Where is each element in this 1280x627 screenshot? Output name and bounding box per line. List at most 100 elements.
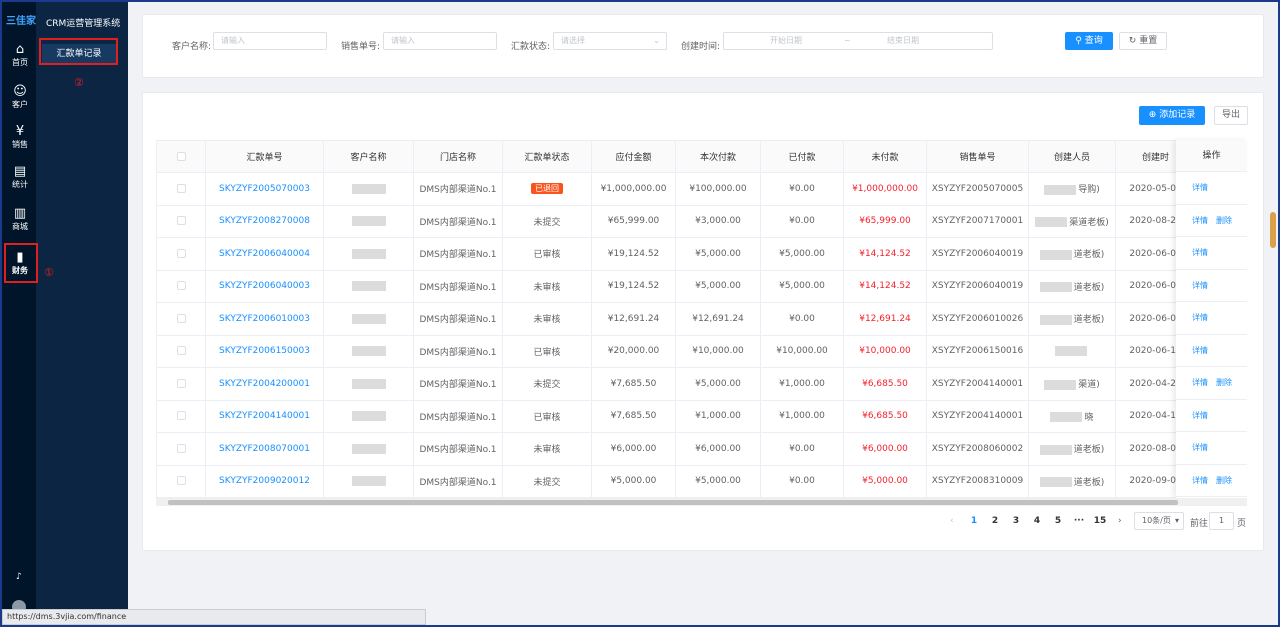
blurred-text: [1039, 444, 1072, 455]
next-page-button[interactable]: ›: [1118, 516, 1122, 526]
row-select-cell[interactable]: [156, 432, 206, 466]
remittance-no-link[interactable]: SKYZYF2006040003: [205, 269, 324, 303]
detail-link[interactable]: 详情: [1192, 346, 1208, 355]
page-number[interactable]: 3: [1008, 516, 1024, 526]
creator-cell: [1028, 334, 1116, 368]
detail-link[interactable]: 详情: [1192, 216, 1208, 225]
shop-icon: ▥: [13, 206, 27, 221]
export-button[interactable]: 导出: [1214, 106, 1248, 125]
creator-suffix: 导购): [1078, 185, 1100, 196]
add-record-button[interactable]: ⊕ 添加记录: [1139, 106, 1205, 125]
blurred-text: [351, 378, 386, 389]
drag-handle[interactable]: [1270, 212, 1276, 248]
checkbox[interactable]: [176, 281, 186, 291]
horizontal-scroll-thumb[interactable]: [168, 500, 1178, 505]
row-select-cell[interactable]: [156, 464, 206, 498]
sale-no-input[interactable]: 请输入: [383, 32, 497, 50]
detail-link[interactable]: 详情: [1192, 313, 1208, 322]
remittance-no-link[interactable]: SKYZYF2006040004: [205, 237, 324, 271]
paid-cell: ¥0.00: [760, 432, 844, 466]
goto-page-input[interactable]: 1: [1209, 512, 1234, 530]
status-select[interactable]: 请选择 ⌄: [553, 32, 667, 50]
customer-name-cell: [323, 237, 414, 271]
creator-cell: 渠道老板): [1028, 204, 1116, 238]
logo: 三佳家: [6, 16, 36, 27]
detail-link[interactable]: 详情: [1192, 281, 1208, 290]
prev-page-button[interactable]: ‹: [950, 516, 954, 526]
status-text: 已审核: [533, 412, 561, 423]
col-header: 未付款: [843, 140, 927, 173]
query-button[interactable]: ⚲ 查询: [1065, 32, 1113, 50]
row-select-cell[interactable]: [156, 367, 206, 401]
checkbox[interactable]: [176, 378, 186, 388]
checkbox[interactable]: [176, 443, 186, 453]
checkbox[interactable]: [176, 216, 186, 226]
remittance-no-link[interactable]: SKYZYF2009020012: [205, 464, 324, 498]
checkbox[interactable]: [176, 411, 186, 421]
select-all-cell[interactable]: [156, 140, 206, 173]
rail-item-home[interactable]: ⌂ 首页: [4, 42, 36, 72]
table-row: SKYZYF2006040003 DMS内部渠道No.1 未审核 ¥19,124.52…: [156, 269, 1247, 303]
checkbox[interactable]: [176, 476, 186, 486]
reset-button[interactable]: ↻ 重置: [1119, 32, 1167, 50]
payment-cell: ¥5,000.00: [675, 269, 761, 303]
blurred-text: [1044, 379, 1077, 390]
page-ellipsis[interactable]: ···: [1071, 516, 1087, 526]
creator-suffix: 道老板): [1073, 282, 1105, 293]
customer-label: 客户名称:: [172, 42, 212, 52]
date-range-input[interactable]: 开始日期 ~ 结束日期: [723, 32, 993, 50]
detail-link[interactable]: 详情: [1192, 183, 1208, 192]
row-select-cell[interactable]: [156, 302, 206, 336]
delete-link[interactable]: 删除: [1216, 378, 1232, 387]
page-number[interactable]: 15: [1092, 516, 1108, 526]
col-header: 客户名称: [323, 140, 414, 173]
page-size-select[interactable]: 10条/页 ▾: [1134, 512, 1184, 530]
detail-link[interactable]: 详情: [1192, 411, 1208, 420]
goto-unit: 页: [1237, 519, 1247, 529]
creator-suffix: 道老板): [1073, 250, 1105, 261]
page-number[interactable]: 4: [1029, 516, 1045, 526]
remittance-no-link[interactable]: SKYZYF2006150003: [205, 334, 324, 368]
rail-item-sales[interactable]: ¥ 销售: [4, 124, 36, 154]
checkbox[interactable]: [176, 248, 186, 258]
row-select-cell[interactable]: [156, 172, 206, 206]
checkbox[interactable]: [176, 151, 186, 161]
remittance-no-link[interactable]: SKYZYF2005070003: [205, 172, 324, 206]
refresh-icon: ↻: [1128, 36, 1140, 46]
rail-item-customer[interactable]: ☺ 客户: [4, 84, 36, 114]
status-badge: 已退回: [531, 183, 563, 195]
checkbox[interactable]: [176, 346, 186, 356]
row-select-cell[interactable]: [156, 334, 206, 368]
col-header: 汇款单状态: [502, 140, 592, 173]
checkbox[interactable]: [176, 183, 186, 193]
page-number[interactable]: 1: [966, 516, 982, 526]
checkbox[interactable]: [176, 313, 186, 323]
row-select-cell[interactable]: [156, 204, 206, 238]
status-cell: 未提交: [502, 204, 592, 238]
page-number[interactable]: 2: [987, 516, 1003, 526]
detail-link[interactable]: 详情: [1192, 378, 1208, 387]
page-number[interactable]: 5: [1050, 516, 1066, 526]
rail-item-stats[interactable]: ▤ 统计: [4, 164, 36, 194]
remittance-no-link[interactable]: SKYZYF2004200001: [205, 367, 324, 401]
paid-cell: ¥0.00: [760, 204, 844, 238]
delete-link[interactable]: 删除: [1216, 216, 1232, 225]
remittance-no-link[interactable]: SKYZYF2008270008: [205, 204, 324, 238]
detail-link[interactable]: 详情: [1192, 443, 1208, 452]
delete-link[interactable]: 删除: [1216, 476, 1232, 485]
unpaid-cell: ¥1,000,000.00: [843, 172, 927, 206]
row-select-cell[interactable]: [156, 399, 206, 433]
row-select-cell[interactable]: [156, 237, 206, 271]
bell-icon[interactable]: ♪: [16, 572, 22, 582]
creator-cell: 导购): [1028, 172, 1116, 206]
col-header: 已付款: [760, 140, 844, 173]
remittance-no-link[interactable]: SKYZYF2006010003: [205, 302, 324, 336]
customer-input[interactable]: 请输入: [213, 32, 327, 50]
remittance-no-link[interactable]: SKYZYF2008070001: [205, 432, 324, 466]
detail-link[interactable]: 详情: [1192, 476, 1208, 485]
detail-link[interactable]: 详情: [1192, 248, 1208, 257]
remittance-no-link[interactable]: SKYZYF2004140001: [205, 399, 324, 433]
blurred-text: [351, 476, 386, 486]
rail-item-mall[interactable]: ▥ 商城: [4, 206, 36, 236]
row-select-cell[interactable]: [156, 269, 206, 303]
